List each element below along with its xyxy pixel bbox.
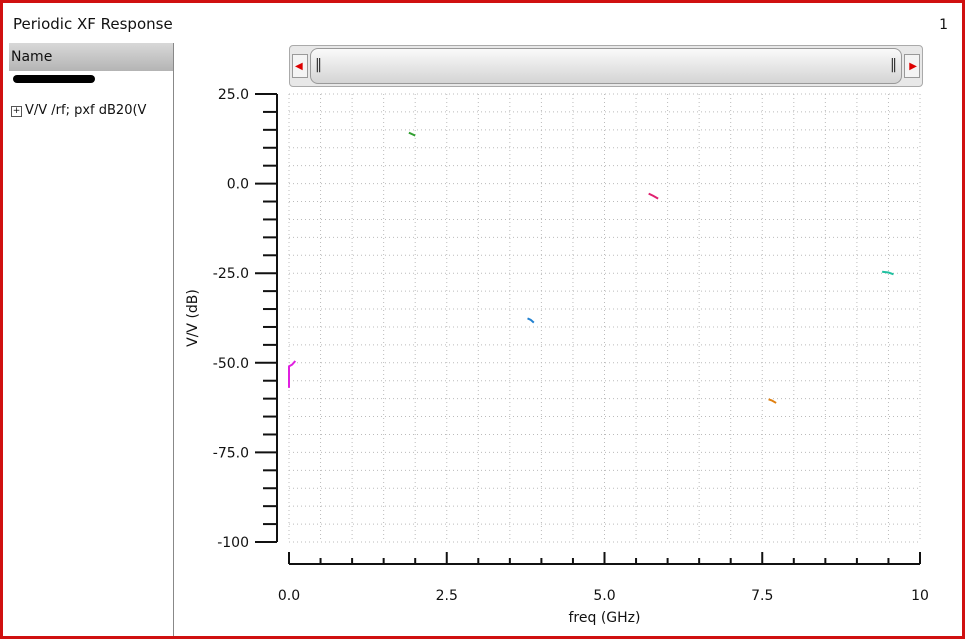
y-tick-label: -25.0 (213, 266, 249, 282)
x-tick-label: 0.0 (278, 588, 300, 604)
series-harmonic-2 (527, 317, 535, 324)
x-tick-label: 7.5 (751, 588, 773, 604)
y-tick-label: 0.0 (227, 177, 249, 193)
y-tick-label: -75.0 (213, 445, 249, 461)
series-harmonic-0 (288, 360, 297, 388)
x-axis-label: freq (GHz) (569, 610, 641, 626)
series-harmonic-4 (768, 398, 777, 404)
plot-window: Periodic XF Response 1 Name + V/V /rf; px… (0, 0, 965, 639)
y-tick-label: 25.0 (218, 87, 249, 103)
y-tick-label: -100 (217, 535, 249, 551)
x-tick-label: 10 (911, 588, 929, 604)
series-harmonic-1 (408, 131, 416, 137)
y-tick-label: -50.0 (213, 356, 249, 372)
y-axis-label: V/V (dB) (185, 289, 201, 347)
x-tick-label: 5.0 (593, 588, 615, 604)
chart: 0.0 2.5 5.0 7.5 10 25.0 0.0 -25.0 -50.0 -75.0 -100… (185, 87, 929, 626)
series-harmonic-3 (648, 192, 659, 200)
x-tick-label: 2.5 (436, 588, 458, 604)
series-harmonic-5 (882, 270, 894, 276)
